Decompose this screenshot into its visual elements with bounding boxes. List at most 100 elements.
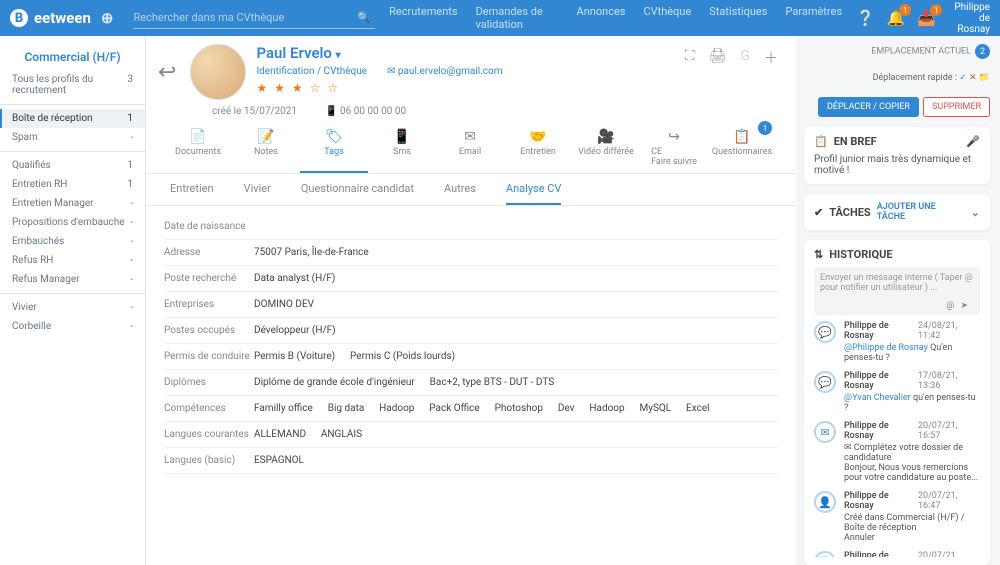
send-icon[interactable]: ➤: [960, 301, 974, 311]
subtab[interactable]: Questionnaire candidat: [301, 182, 414, 205]
nav-demandes[interactable]: Demandes de validation: [476, 5, 559, 31]
back-arrow-icon[interactable]: ↩: [154, 60, 180, 85]
toolbar-icon: 📝: [257, 129, 274, 145]
placement-count[interactable]: 2: [975, 44, 990, 59]
timeline-item: 💬Philippe de Rosnay24/08/21, 11:42@Phili…: [814, 321, 980, 363]
brief-panel: 📋EN BREF🎤 Profil junior mais très dynami…: [804, 127, 990, 184]
sidebar-item[interactable]: Tous les profils du recrutement3: [0, 70, 145, 100]
mic-icon[interactable]: 🎤: [966, 135, 980, 148]
folder-icon[interactable]: 📁: [979, 73, 990, 83]
placement-row: EMPLACEMENT ACTUEL2: [804, 44, 990, 59]
chevron-down-icon[interactable]: ⌄: [971, 206, 980, 219]
toolbar-item[interactable]: 📝Notes: [232, 123, 300, 173]
sidebar-item[interactable]: Refus Manager-: [0, 270, 145, 289]
expand-icon[interactable]: ⛶: [685, 48, 695, 68]
avatar[interactable]: [190, 44, 246, 100]
brief-icon: 📋: [814, 135, 828, 148]
timeline-item: ✉Philippe de Rosnay20/07/21, 16:57✉ Comp…: [814, 421, 980, 483]
topbar: Beetween⊕ Rechercher dans ma CVthèque🔍 R…: [0, 0, 1000, 36]
nav-recrutements[interactable]: Recrutements: [389, 5, 457, 31]
sidebar-title[interactable]: Commercial (H/F): [0, 44, 145, 70]
rating-stars[interactable]: ★ ★ ★ ☆ ☆: [256, 81, 780, 95]
cv-row: Poste recherchéData analyst (H/F): [164, 266, 778, 292]
cv-body: Date de naissanceAdresse75007 Paris, Île…: [146, 206, 796, 565]
sidebar-item[interactable]: Corbeille-: [0, 317, 145, 336]
toolbar-item[interactable]: 📋Questionnaires1: [708, 123, 776, 173]
nav-cvtheque[interactable]: CVthèque: [643, 5, 691, 31]
toolbar-item[interactable]: 📱Sms: [368, 123, 436, 173]
sidebar-item[interactable]: Propositions d'embauche-: [0, 213, 145, 232]
sidebar-item[interactable]: Vivier-: [0, 298, 145, 317]
toolbar-icon: 🤝: [529, 129, 546, 145]
timeline-icon: 👤: [814, 491, 836, 513]
toolbar-icon: 📱: [393, 129, 410, 145]
delete-button[interactable]: SUPPRIMER: [923, 97, 990, 117]
subtabs: Entretien Vivier Questionnaire candidat Aut…: [146, 174, 796, 206]
print-icon[interactable]: 🖨: [709, 48, 727, 68]
timeline-icon: 💬: [814, 321, 836, 343]
top-icons: ❔ 🔔1 📥1 Philippede Rosnay: [856, 2, 990, 35]
toolbar-icon: ↪: [668, 129, 680, 145]
timeline-item: 💬Philippe de Rosnay17/08/21, 13:36@Yvan …: [814, 371, 980, 413]
close-icon[interactable]: ✕: [969, 73, 977, 83]
toolbar-item[interactable]: ✉Email: [436, 123, 504, 173]
cv-row: Langues (basic)ESPAGNOL: [164, 448, 778, 474]
cv-row: Postes occupésDéveloppeur (H/F): [164, 318, 778, 344]
profile-email[interactable]: ✉ paul.ervelo@gmail.com: [387, 66, 503, 77]
add-task-link[interactable]: AJOUTER UNE TÂCHE: [877, 202, 959, 222]
toolbar-icon: ✉: [464, 129, 476, 145]
message-input[interactable]: Envoyer un message interne ( Taper @ pou…: [814, 267, 980, 315]
toolbar-item[interactable]: 📄Documents: [164, 123, 232, 173]
history-panel: ⇅HISTORIQUE Envoyer un message interne (…: [804, 240, 990, 565]
toolbar-icon: 🎥: [597, 129, 614, 145]
at-icon[interactable]: @: [946, 301, 960, 311]
bell-icon[interactable]: 🔔1: [887, 9, 906, 27]
tasks-panel: ✔TÂCHESAJOUTER UNE TÂCHE⌄: [804, 194, 990, 230]
chevron-down-icon[interactable]: ▾: [336, 50, 341, 61]
nav-parametres[interactable]: Paramètres: [785, 5, 842, 31]
profile-subtitle[interactable]: Identification / CVthèque: [256, 66, 367, 77]
subtab[interactable]: Analyse CV: [506, 182, 562, 205]
toolbar-icon: 🏷: [325, 129, 343, 145]
profile-toolbar: 📄Documents📝Notes🏷Tags📱Sms✉Email🤝Entretie…: [146, 123, 796, 174]
subtab[interactable]: Vivier: [244, 182, 271, 205]
toolbar-item[interactable]: 🏷Tags: [300, 123, 368, 173]
add-icon[interactable]: ＋: [764, 48, 778, 68]
sidebar-item[interactable]: Qualifiés1: [0, 156, 145, 175]
logo[interactable]: Beetween⊕: [10, 9, 113, 27]
brief-text: Profil junior mais très dynamique et mot…: [814, 154, 980, 176]
help-icon[interactable]: ❔: [856, 9, 875, 27]
history-icon: ⇅: [814, 248, 823, 261]
sidebar-item[interactable]: Embauchés-: [0, 232, 145, 251]
move-copy-button[interactable]: DÉPLACER / COPIER: [818, 97, 919, 117]
inbox-icon[interactable]: 📥1: [917, 9, 936, 27]
subtab[interactable]: Autres: [444, 182, 476, 205]
timeline-icon: 📄: [814, 551, 836, 557]
toolbar-icon: 📋: [733, 129, 750, 145]
sidebar-item[interactable]: Entretien Manager-: [0, 194, 145, 213]
phone[interactable]: 📱 06 00 00 00 00: [325, 106, 406, 117]
timeline-icon: ✉: [814, 421, 836, 443]
tasks-icon: ✔: [814, 206, 823, 219]
sidebar-item[interactable]: Entretien RH1: [0, 175, 145, 194]
toolbar-item[interactable]: ↪CEFaire suivre: [640, 123, 708, 173]
user-menu[interactable]: Philippede Rosnay: [954, 2, 990, 35]
cv-row: EntreprisesDOMINO DEV: [164, 292, 778, 318]
toolbar-item[interactable]: 🤝Entretien: [504, 123, 572, 173]
sidebar-item[interactable]: Refus RH-: [0, 251, 145, 270]
sidebar-item[interactable]: Spam-: [0, 128, 145, 147]
timeline-item: 👤Philippe de Rosnay20/07/21, 16:47Créé d…: [814, 491, 980, 543]
nav-annonces[interactable]: Annonces: [577, 5, 626, 31]
search-input[interactable]: Rechercher dans ma CVthèque🔍: [133, 7, 375, 29]
toolbar-item[interactable]: 🎥Vidéo différée: [572, 123, 640, 173]
created-date: créé le 15/07/2021: [212, 106, 297, 117]
nav-statistiques[interactable]: Statistiques: [709, 5, 767, 31]
check-icon[interactable]: ✓: [959, 73, 967, 83]
timeline-icon: 💬: [814, 371, 836, 393]
cv-row: Date de naissance: [164, 214, 778, 240]
subtab[interactable]: Entretien: [170, 182, 214, 205]
search-icon[interactable]: 🔍: [357, 11, 371, 24]
sidebar-item[interactable]: Boîte de réception1: [0, 109, 145, 128]
google-icon[interactable]: G: [740, 48, 750, 68]
timeline-item: 📄Philippe de Rosnay20/07/21, 16:47Nouvel…: [814, 551, 980, 557]
